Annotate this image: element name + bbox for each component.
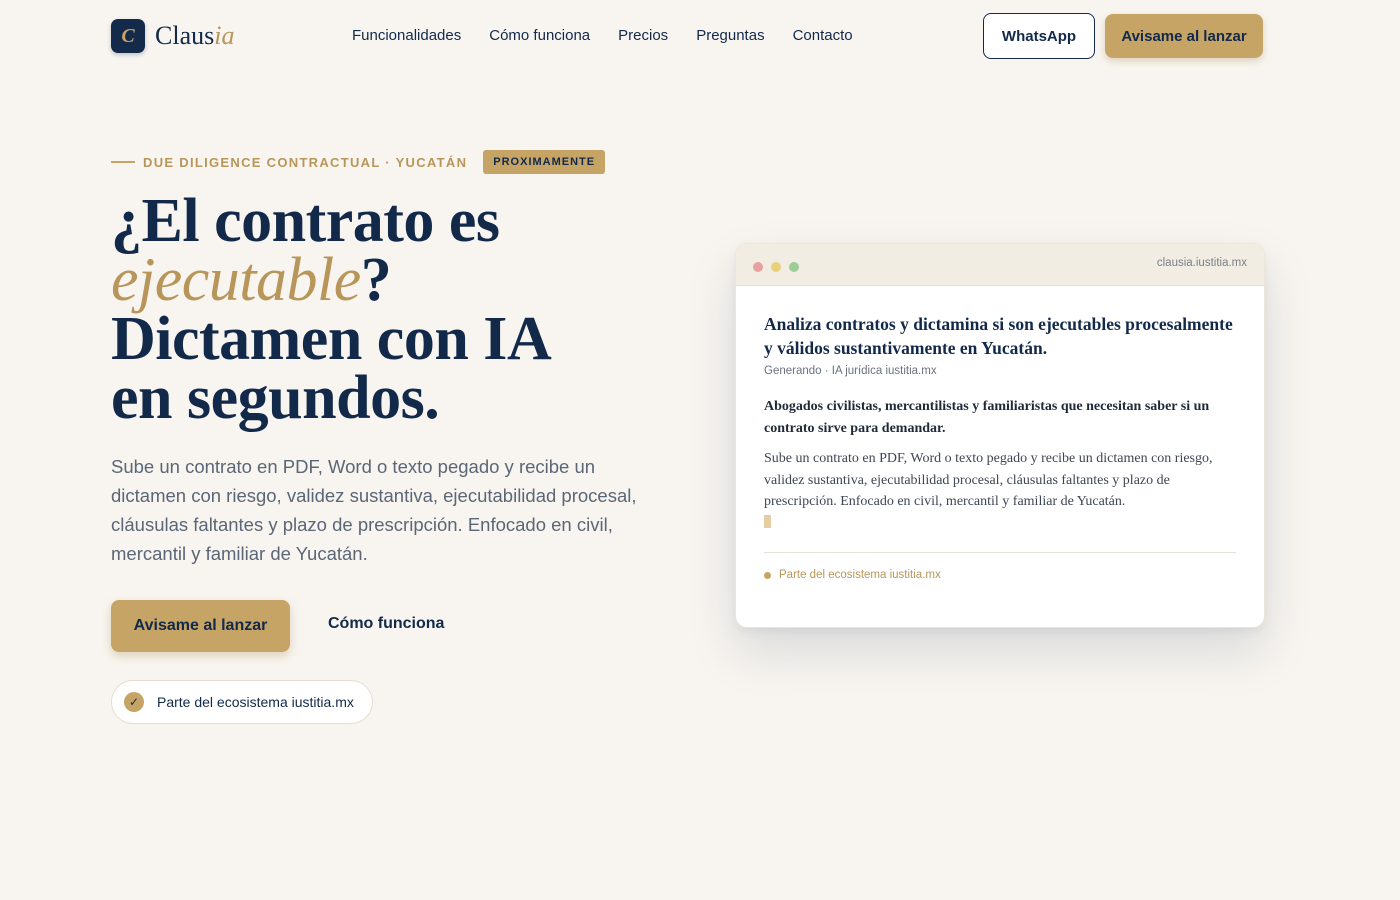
nav-link-funcionalidades[interactable]: Funcionalidades <box>352 26 461 46</box>
nav-link-precios[interactable]: Precios <box>618 26 668 46</box>
preview-window: clausia.iustitia.mx Analiza contratos y … <box>735 243 1265 628</box>
eyebrow: DUE DILIGENCE CONTRACTUAL · YUCATÁN PROX… <box>111 150 606 174</box>
nav-notify-button[interactable]: Avisame al lanzar <box>1105 14 1263 58</box>
top-nav: C Clausia Funcionalidades Cómo funciona … <box>0 0 1400 72</box>
preview-body: Sube un contrato en PDF, Word o texto pe… <box>764 451 1213 509</box>
preview-meta: Generando · IA jurídica iustitia.mx <box>764 365 937 377</box>
preview-body-wrap: Sube un contrato en PDF, Word o texto pe… <box>764 448 1236 534</box>
nav-link-contacto[interactable]: Contacto <box>793 26 853 46</box>
headline-line-1: ¿El contrato es <box>111 187 500 255</box>
coming-soon-badge: PROXIMAMENTE <box>483 150 606 174</box>
preview-audience: Abogados civilistas, mercantilistas y fa… <box>764 399 1210 436</box>
nav-links: Funcionalidades Cómo funciona Precios Pr… <box>352 26 853 46</box>
nav-link-preguntas[interactable]: Preguntas <box>696 26 764 46</box>
hero-headline: ¿El contrato es ejecutable? Dictamen con… <box>111 190 691 429</box>
preview-title: Analiza contratos y dictamina si son eje… <box>764 314 1233 358</box>
headline-line-4: en segundos. <box>111 364 440 432</box>
ecosystem-pill: ✓ Parte del ecosistema iustitia.mx <box>111 680 373 724</box>
window-maximize-dot-icon <box>789 262 799 272</box>
headline-emphasis: ejecutable <box>111 246 361 314</box>
window-url: clausia.iustitia.mx <box>1156 257 1247 269</box>
logo-main-text: Claus <box>155 21 215 50</box>
preview-footer-text: Parte del ecosistema iustitia.mx <box>779 569 941 581</box>
ecosystem-pill-text: Parte del ecosistema iustitia.mx <box>157 694 354 710</box>
preview-footer: Parte del ecosistema iustitia.mx <box>764 569 1236 581</box>
nav-link-como-funciona[interactable]: Cómo funciona <box>489 26 590 46</box>
window-title-bar: clausia.iustitia.mx <box>736 244 1264 286</box>
window-minimize-dot-icon <box>771 262 781 272</box>
eyebrow-rule <box>111 161 135 163</box>
window-close-dot-icon <box>753 262 763 272</box>
check-icon: ✓ <box>124 692 144 712</box>
logo[interactable]: C Clausia <box>111 19 234 53</box>
how-it-works-link[interactable]: Cómo funciona <box>328 615 444 633</box>
status-dot-icon <box>764 571 771 579</box>
headline-question-mark: ? <box>360 246 392 314</box>
notify-me-button[interactable]: Avisame al lanzar <box>111 600 290 652</box>
hero-lead: Sube un contrato en PDF, Word o texto pe… <box>111 456 637 564</box>
whatsapp-button[interactable]: WhatsApp <box>983 13 1095 59</box>
headline-line-3: Dictamen con IA <box>111 305 552 373</box>
eyebrow-text: DUE DILIGENCE CONTRACTUAL · YUCATÁN <box>143 154 468 170</box>
preview-divider <box>764 552 1236 553</box>
logo-mark-icon: C <box>111 19 145 53</box>
logo-wordmark: Clausia <box>155 23 234 49</box>
logo-accent-text: ia <box>214 21 235 50</box>
window-body: Analiza contratos y dictamina si son eje… <box>736 286 1264 581</box>
typing-cursor-icon <box>764 514 771 528</box>
